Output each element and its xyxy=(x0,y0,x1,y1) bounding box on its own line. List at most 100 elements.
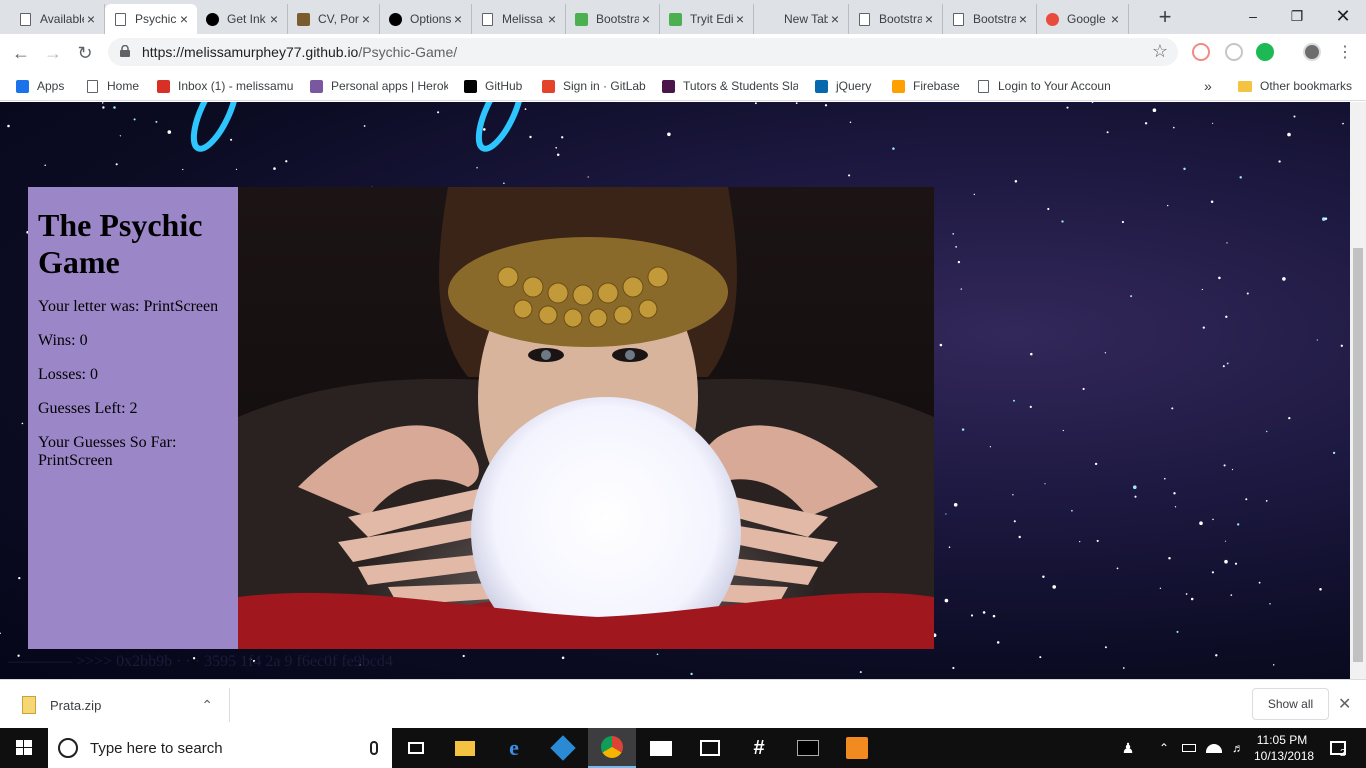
tab-close-icon[interactable]: × xyxy=(733,11,747,27)
star-dot xyxy=(1245,498,1248,501)
action-center-icon[interactable]: 2 xyxy=(1318,728,1358,768)
tab-3[interactable]: CV, Portfolio× xyxy=(288,4,380,34)
tab-8[interactable]: New Tab × xyxy=(754,4,849,34)
bookmark-item[interactable]: Tutors & Students Sla xyxy=(660,76,798,96)
bookmark-item[interactable]: GitHub xyxy=(462,76,530,96)
star-dot xyxy=(1159,587,1162,589)
tray-chevron-icon[interactable]: ⌃ xyxy=(1150,728,1178,768)
bookmark-item[interactable]: Personal apps | Herok xyxy=(308,76,448,96)
tab-close-icon[interactable]: × xyxy=(451,11,465,27)
chevron-up-icon[interactable]: ⌃ xyxy=(201,697,213,714)
pdf-app-icon[interactable] xyxy=(833,728,881,768)
star-dot xyxy=(1163,477,1166,480)
file-explorer-icon[interactable] xyxy=(441,728,489,768)
bookmark-item[interactable]: Sign in · GitLab xyxy=(540,76,648,96)
extension-green-icon[interactable] xyxy=(1256,43,1274,61)
tab-10[interactable]: Bootstrap× xyxy=(943,4,1037,34)
tab-0[interactable]: Available × xyxy=(10,4,105,34)
bookmark-item[interactable]: Login to Your Accoun xyxy=(975,76,1110,96)
close-window-button[interactable]: ✕ xyxy=(1320,0,1366,32)
network-icon[interactable] xyxy=(1202,728,1226,768)
bookmark-item[interactable]: Home xyxy=(84,76,144,96)
star-dot xyxy=(1212,518,1214,521)
bookmarks-overflow[interactable]: » xyxy=(1204,76,1212,96)
minimize-button[interactable]: – xyxy=(1230,0,1276,32)
star-dot xyxy=(44,164,46,167)
star-dot xyxy=(1246,292,1249,295)
bookmark-item[interactable]: jQuery xyxy=(813,76,877,96)
star-dot xyxy=(1265,430,1268,433)
microphone-icon[interactable] xyxy=(370,741,378,755)
address-bar[interactable]: https://melissamurphey77.github.io/Psych… xyxy=(108,38,1178,66)
bookmark-label: Personal apps | Herok xyxy=(331,79,448,93)
tab-close-icon[interactable]: × xyxy=(922,11,936,27)
tab-close-icon[interactable]: × xyxy=(267,11,281,27)
tab-title: Bootstrap xyxy=(973,12,1016,26)
terminal-icon[interactable] xyxy=(784,728,832,768)
bookmark-item[interactable]: Apps xyxy=(14,76,74,96)
tab-7[interactable]: Tryit Editor× xyxy=(660,4,754,34)
tab-title: CV, Portfolio xyxy=(318,12,359,26)
restore-button[interactable]: ❐ xyxy=(1274,0,1320,32)
edge-icon[interactable]: e xyxy=(490,728,538,768)
new-tab-button[interactable]: + xyxy=(1153,6,1177,30)
slack-taskbar-icon[interactable]: # xyxy=(735,728,783,768)
reload-icon[interactable]: ↻ xyxy=(72,40,98,66)
star-dot xyxy=(957,260,961,264)
tab-11[interactable]: Google × xyxy=(1037,4,1129,34)
bookmark-star-icon[interactable]: ☆ xyxy=(1152,41,1168,62)
extension-blocker-icon[interactable] xyxy=(1225,43,1243,61)
star-dot xyxy=(953,503,958,507)
scrollbar-thumb[interactable] xyxy=(1353,248,1363,662)
photos-icon[interactable] xyxy=(686,728,734,768)
bookmark-item[interactable]: Firebase xyxy=(890,76,962,96)
volume-icon[interactable]: ♬ xyxy=(1226,728,1250,768)
star-dot xyxy=(849,121,852,123)
mail-icon[interactable] xyxy=(637,728,685,768)
tab-close-icon[interactable]: × xyxy=(1108,11,1122,27)
tab-close-icon[interactable]: × xyxy=(1016,11,1030,27)
tab-close-icon[interactable]: × xyxy=(84,11,98,27)
star-dot xyxy=(859,671,862,674)
forward-icon[interactable]: → xyxy=(40,40,66,66)
tab-2[interactable]: Get Ink × xyxy=(197,4,288,34)
extension-cast-icon[interactable] xyxy=(1192,43,1210,61)
taskbar-search[interactable]: Type here to search xyxy=(48,728,392,768)
chrome-icon[interactable] xyxy=(588,728,636,768)
star-dot xyxy=(1201,288,1204,291)
task-view-icon[interactable] xyxy=(392,728,440,768)
firebase-icon xyxy=(890,78,906,94)
people-icon[interactable]: ♟ xyxy=(1112,728,1144,768)
star-dot xyxy=(824,104,828,107)
close-shelf-icon[interactable]: ✕ xyxy=(1338,694,1351,714)
other-bookmarks[interactable]: Other bookmarks xyxy=(1237,76,1352,96)
tab-5[interactable]: Melissa × xyxy=(472,4,566,34)
download-item[interactable]: Prata.zip ⌃ xyxy=(10,688,230,722)
windows-start-icon[interactable] xyxy=(0,728,48,768)
guesses-left-text: Guesses Left: 2 xyxy=(38,400,138,417)
show-all-button[interactable]: Show all xyxy=(1252,688,1329,720)
star-dot xyxy=(1104,646,1107,649)
menu-icon[interactable]: ⋮ xyxy=(1332,40,1358,66)
star-dot xyxy=(1134,495,1137,498)
tab-close-icon[interactable]: × xyxy=(545,11,559,27)
tab-6[interactable]: Bootstrap× xyxy=(566,4,660,34)
star-dot xyxy=(1282,277,1286,281)
star-dot xyxy=(656,653,659,656)
lock-icon xyxy=(120,45,130,57)
tab-4[interactable]: Options × xyxy=(380,4,472,34)
battery-icon[interactable] xyxy=(1178,728,1200,768)
profile-avatar[interactable] xyxy=(1303,43,1321,61)
system-clock[interactable]: 11:05 PM 10/13/2018 xyxy=(1254,732,1314,764)
star-dot xyxy=(155,120,158,123)
page-scrollbar[interactable] xyxy=(1350,102,1366,679)
back-icon[interactable]: ← xyxy=(8,40,34,66)
tab-close-icon[interactable]: × xyxy=(639,11,653,27)
tab-9[interactable]: Bootstrap× xyxy=(849,4,943,34)
tab-close-icon[interactable]: × xyxy=(828,11,842,27)
bookmark-item[interactable]: Inbox (1) - melissamu xyxy=(155,76,295,96)
tab-close-icon[interactable]: × xyxy=(177,11,191,27)
tab-1[interactable]: Psychic Game× xyxy=(105,4,197,34)
vscode-icon[interactable] xyxy=(539,728,587,768)
tab-close-icon[interactable]: × xyxy=(359,11,373,27)
